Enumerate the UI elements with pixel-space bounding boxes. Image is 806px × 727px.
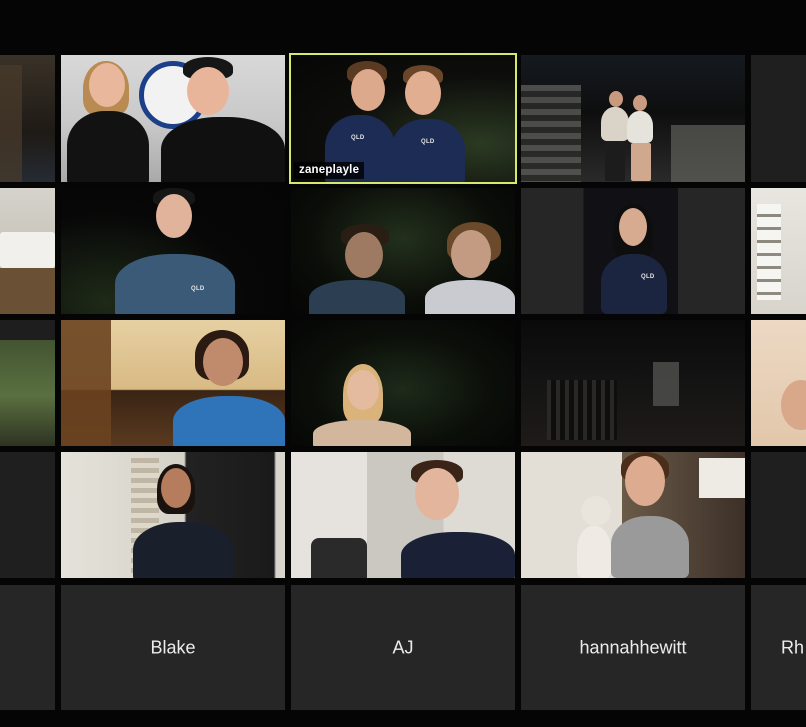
window-shape bbox=[653, 362, 679, 406]
video-tile-r1c0[interactable] bbox=[0, 55, 55, 182]
video-tile-r1c4[interactable] bbox=[751, 55, 806, 182]
video-tile-r2c2[interactable] bbox=[291, 188, 515, 314]
video-tile-r3c0[interactable] bbox=[0, 320, 55, 446]
wall-corner-shape bbox=[61, 320, 111, 446]
video-tile-r2c0[interactable] bbox=[0, 188, 55, 314]
video-tile-zaneplayle[interactable]: QLD QLD zaneplayle bbox=[289, 53, 517, 184]
participant-name: Blake bbox=[150, 637, 196, 657]
video-tile-r3c1[interactable] bbox=[61, 320, 285, 446]
participant-name: AJ bbox=[392, 637, 414, 657]
video-tile-r2c4[interactable] bbox=[751, 188, 806, 314]
video-tile-r3c3[interactable] bbox=[521, 320, 745, 446]
video-tile-r4c2[interactable] bbox=[291, 452, 515, 578]
camera-off-tile[interactable] bbox=[0, 585, 55, 710]
railing-shape bbox=[547, 380, 617, 440]
video-tile-r3c2[interactable] bbox=[291, 320, 515, 446]
fence-shape bbox=[671, 125, 745, 182]
desk-shape bbox=[0, 268, 55, 314]
camera-off-tile-hannahhewitt[interactable]: hannahhewitt bbox=[521, 585, 745, 710]
camera-off-tile-blake[interactable]: Blake bbox=[61, 585, 285, 710]
bookshelf-shape bbox=[0, 232, 55, 268]
camera-off-tile-aj[interactable]: AJ bbox=[291, 585, 515, 710]
shelf-shape bbox=[757, 204, 781, 300]
video-tile-r2c3[interactable]: QLD bbox=[521, 188, 745, 314]
participant-name: hannahhewitt bbox=[579, 637, 687, 657]
video-tile-r2c1[interactable]: QLD bbox=[61, 188, 285, 314]
video-tile-r4c3[interactable] bbox=[521, 452, 745, 578]
camera-off-tile-rh[interactable]: Rh bbox=[751, 585, 806, 710]
participant-name-label: zaneplayle bbox=[294, 162, 365, 179]
doorframe-shape bbox=[0, 65, 22, 182]
video-tile-r4c1[interactable] bbox=[61, 452, 285, 578]
participant-name: Rh bbox=[781, 637, 805, 657]
gallery-view: QLD QLD zaneplayle QLD QLD Blake AJ hann… bbox=[0, 0, 806, 727]
video-tile-r1c1[interactable] bbox=[61, 55, 285, 182]
chair-shape bbox=[311, 538, 367, 578]
video-tile-r1c3[interactable] bbox=[521, 55, 745, 182]
shelf-shape bbox=[699, 458, 745, 498]
video-tile-r4c0[interactable] bbox=[0, 452, 55, 578]
video-tile-r4c4[interactable] bbox=[751, 452, 806, 578]
staircase-shape bbox=[521, 85, 581, 182]
video-tile-r3c4[interactable] bbox=[751, 320, 806, 446]
window-frame-shape bbox=[0, 320, 55, 340]
